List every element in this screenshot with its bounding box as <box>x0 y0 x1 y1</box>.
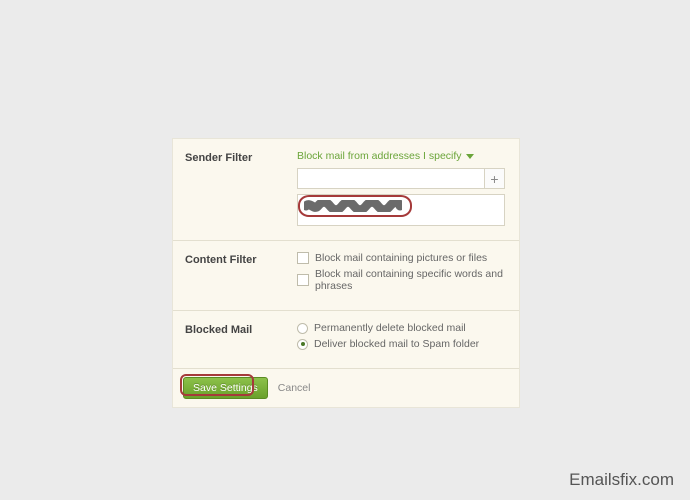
content-filter-body: Block mail containing pictures or files … <box>297 252 507 296</box>
add-address-button[interactable]: + <box>484 169 504 188</box>
block-pictures-row: Block mail containing pictures or files <box>297 252 507 264</box>
block-pictures-checkbox[interactable] <box>297 252 309 264</box>
address-list[interactable] <box>297 194 505 226</box>
blocked-mail-body: Permanently delete blocked mail Deliver … <box>297 322 507 354</box>
delete-blocked-label: Permanently delete blocked mail <box>314 322 466 334</box>
sender-filter-label: Sender Filter <box>185 150 297 226</box>
spam-blocked-radio[interactable] <box>297 339 308 350</box>
plus-icon: + <box>490 171 498 187</box>
redacted-address <box>304 200 402 212</box>
blocked-mail-section: Blocked Mail Permanently delete blocked … <box>173 310 519 368</box>
spam-blocked-label: Deliver blocked mail to Spam folder <box>314 338 479 350</box>
sender-filter-body: Block mail from addresses I specify + <box>297 150 507 226</box>
content-filter-section: Content Filter Block mail containing pic… <box>173 240 519 310</box>
block-mode-dropdown[interactable]: Block mail from addresses I specify <box>297 150 474 162</box>
blocked-mail-label: Blocked Mail <box>185 322 297 354</box>
watermark: Emailsfix.com <box>569 470 674 490</box>
delete-blocked-row: Permanently delete blocked mail <box>297 322 507 334</box>
address-input[interactable] <box>298 169 484 188</box>
content-filter-label: Content Filter <box>185 252 297 296</box>
save-button[interactable]: Save Settings <box>183 377 268 399</box>
spam-blocked-row: Deliver blocked mail to Spam folder <box>297 338 507 350</box>
chevron-down-icon <box>466 154 474 159</box>
cancel-link[interactable]: Cancel <box>278 382 311 394</box>
block-words-label: Block mail containing specific words and… <box>315 268 507 292</box>
footer: Save Settings Cancel <box>173 368 519 407</box>
block-mode-text: Block mail from addresses I specify <box>297 150 462 162</box>
block-words-checkbox[interactable] <box>297 274 309 286</box>
sender-filter-section: Sender Filter Block mail from addresses … <box>173 139 519 240</box>
block-pictures-label: Block mail containing pictures or files <box>315 252 487 264</box>
delete-blocked-radio[interactable] <box>297 323 308 334</box>
settings-panel: Sender Filter Block mail from addresses … <box>172 138 520 408</box>
address-input-row: + <box>297 168 505 189</box>
block-words-row: Block mail containing specific words and… <box>297 268 507 292</box>
